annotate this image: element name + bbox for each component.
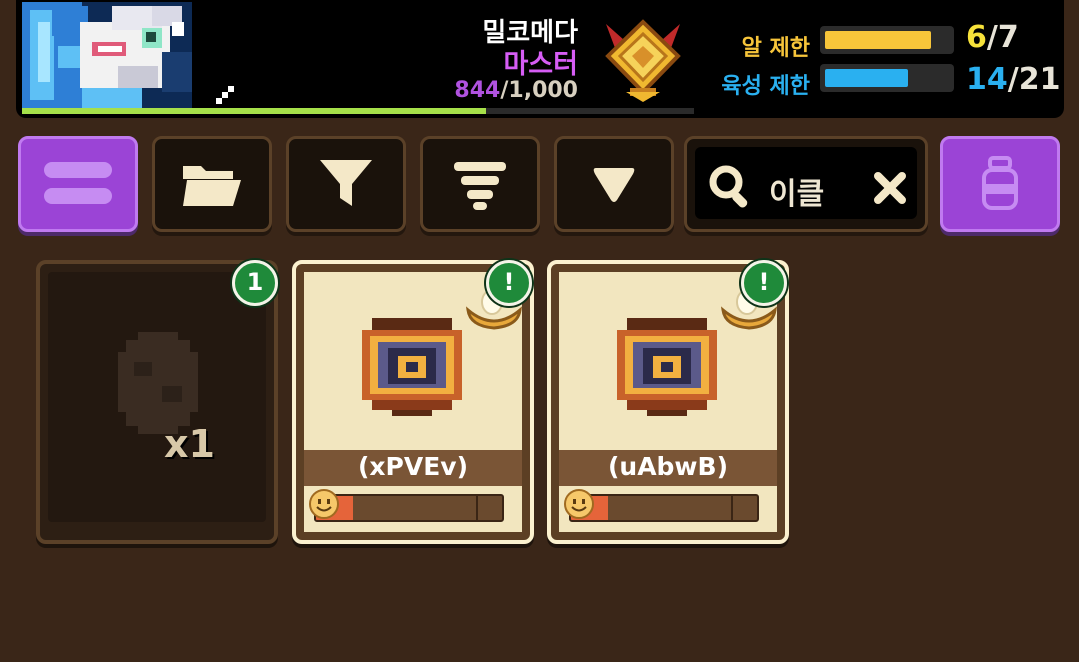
folder-icon xyxy=(183,166,241,206)
player-exp: 844/1,000 xyxy=(454,78,578,103)
raise-limit-label: 육성 제한 xyxy=(721,74,810,99)
egg-limit-separator: / xyxy=(986,20,998,55)
pet-card[interactable]: (uAbwB) ! xyxy=(547,260,789,544)
egg-notification-badge: 1 xyxy=(232,260,278,306)
potion-icon xyxy=(982,156,1018,210)
search-field[interactable]: 이클 xyxy=(695,147,917,219)
raise-limit-bar xyxy=(820,64,954,92)
sort-icon xyxy=(454,162,506,210)
dropdown-button[interactable] xyxy=(554,136,674,232)
smiley-icon xyxy=(564,489,594,519)
menu-button[interactable] xyxy=(18,136,138,232)
pet-status-area xyxy=(559,486,777,532)
pet-sprite-icon xyxy=(362,318,462,416)
pet-name: (uAbwB) xyxy=(559,450,777,486)
experience-bar-fill xyxy=(22,108,486,114)
close-icon[interactable] xyxy=(873,171,907,205)
exp-current: 844 xyxy=(454,78,501,103)
pet-notification-badge: ! xyxy=(741,260,787,306)
raise-limit-separator: / xyxy=(1007,62,1019,97)
triangle-down-icon xyxy=(593,168,635,202)
pet-notification-badge: ! xyxy=(486,260,532,306)
menu-icon xyxy=(44,162,112,204)
pet-card[interactable]: (xPVEv) ! xyxy=(292,260,534,544)
sort-button[interactable] xyxy=(420,136,540,232)
mood-bar-divider xyxy=(476,496,478,520)
search-icon xyxy=(709,165,748,208)
egg-card[interactable]: x1 1 xyxy=(36,260,278,544)
pet-sprite-icon xyxy=(617,318,717,416)
potion-button[interactable] xyxy=(940,136,1060,232)
exp-max: 1,000 xyxy=(508,78,578,103)
egg-count: x1 xyxy=(164,422,215,466)
egg-limit-bar xyxy=(820,26,954,54)
search-box[interactable]: 이클 xyxy=(684,136,928,232)
pet-avatar[interactable] xyxy=(22,2,192,108)
mood-bar xyxy=(314,494,504,522)
folder-button[interactable] xyxy=(152,136,272,232)
player-title: 마스터 xyxy=(503,49,578,80)
pet-status-area xyxy=(304,486,522,532)
pet-name: (xPVEv) xyxy=(304,450,522,486)
mood-bar xyxy=(569,494,759,522)
egg-limit-max: 7 xyxy=(997,20,1019,55)
egg-limit-value: 6/7 xyxy=(966,20,1056,55)
player-header: 밀코메다 마스터 844/1,000 알 제한 6/7 육성 제한 14/21 xyxy=(16,0,1064,118)
raise-limit-bar-fill xyxy=(825,69,908,87)
egg-limit-label: 알 제한 xyxy=(741,36,810,61)
mood-bar-divider xyxy=(731,496,733,520)
raise-limit-current: 14 xyxy=(966,62,1008,97)
experience-bar xyxy=(22,108,694,114)
search-text[interactable]: 이클 xyxy=(769,169,824,213)
smiley-icon xyxy=(309,489,339,519)
raise-limit-value: 14/21 xyxy=(966,62,1060,97)
filter-icon xyxy=(320,160,372,206)
egg-limit-bar-fill xyxy=(825,31,932,49)
filter-button[interactable] xyxy=(286,136,406,232)
pet-card-art xyxy=(559,272,777,450)
pet-card-art xyxy=(304,272,522,450)
rank-badge-icon[interactable] xyxy=(600,16,686,102)
egg-limit-current: 6 xyxy=(966,20,987,55)
raise-limit-max: 21 xyxy=(1018,62,1061,97)
